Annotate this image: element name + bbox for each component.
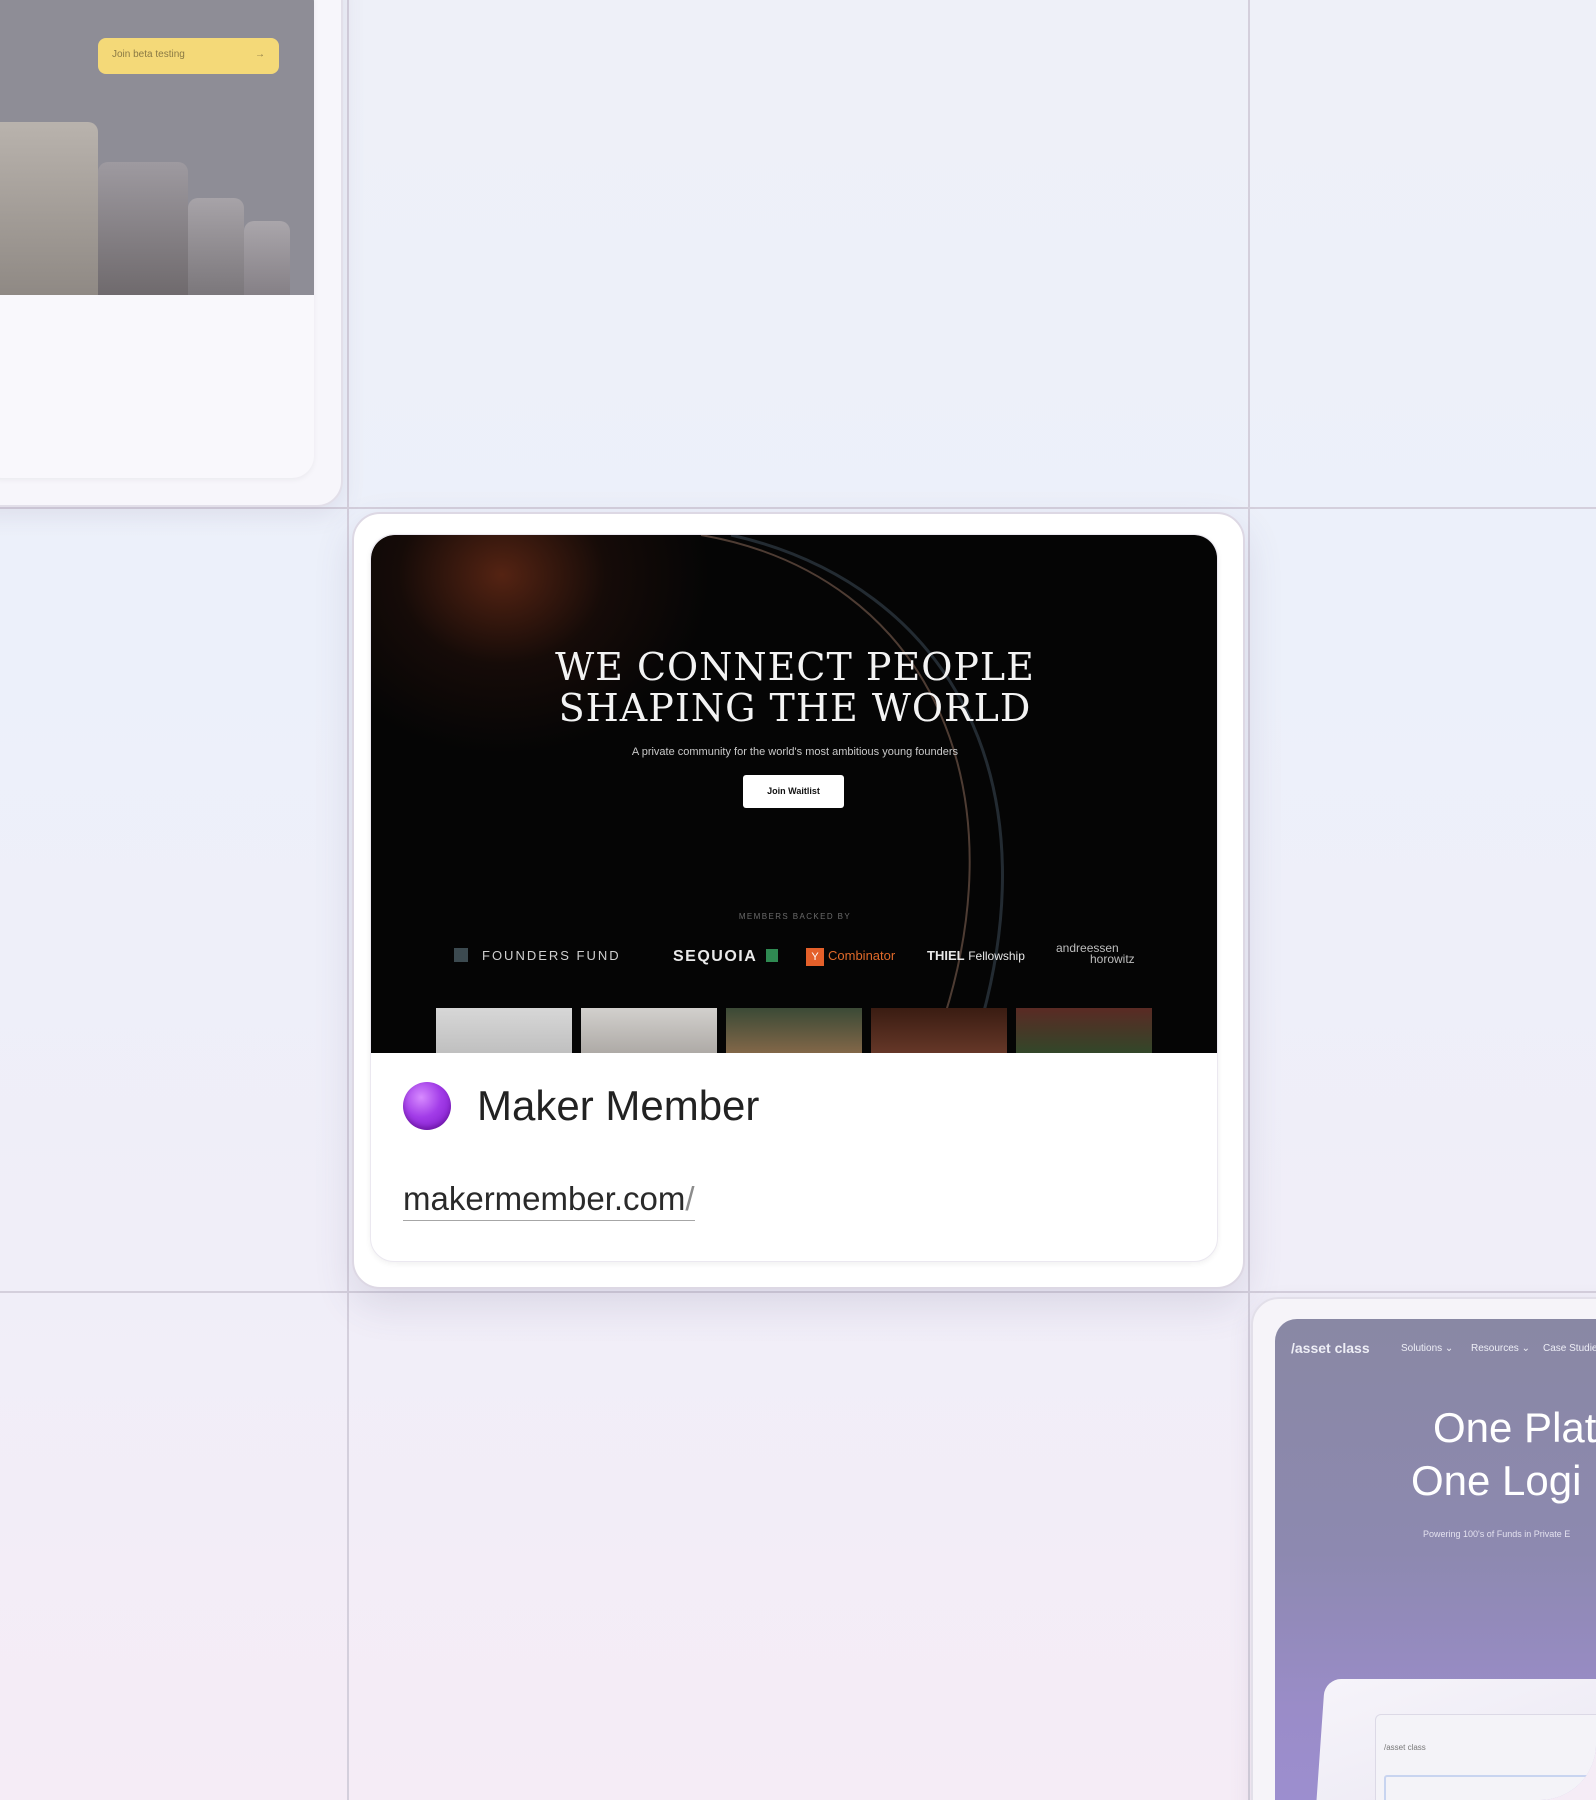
arrow-right-icon: → bbox=[255, 49, 265, 60]
photo-panel bbox=[0, 122, 98, 295]
card-title: Maker Member bbox=[477, 1082, 760, 1129]
members-backed-label: MEMBERS BACKED BY bbox=[738, 912, 852, 921]
a16z-line-2: horowitz bbox=[1090, 952, 1135, 966]
purple-circle-icon bbox=[403, 1082, 451, 1130]
member-photo bbox=[436, 1008, 572, 1053]
nav-resources-label: Resources bbox=[1471, 1343, 1519, 1354]
screen-logo: /asset class bbox=[1384, 1743, 1426, 1752]
hero-line-2: One Logi bbox=[1411, 1457, 1582, 1504]
card-inner: WE CONNECT PEOPLE SHAPING THE WORLD A pr… bbox=[370, 534, 1218, 1262]
grid-line-horizontal bbox=[0, 507, 1596, 509]
fellowship-text: Fellowship bbox=[968, 949, 1025, 963]
beta-button-label: Join beta testing bbox=[112, 49, 185, 60]
founders-fund-text: FOUNDERS FUND bbox=[482, 948, 621, 963]
asset-class-logo: /asset class bbox=[1291, 1340, 1370, 1356]
dashboard-screen: /asset class bbox=[1375, 1714, 1596, 1800]
bookmark-card-partial-asset-class[interactable]: /asset class Solutions ⌄ Resources ⌄ Cas… bbox=[1251, 1297, 1596, 1800]
logo-sequoia: SEQUOIA bbox=[673, 948, 778, 966]
join-beta-button: Join beta testing → bbox=[98, 38, 279, 74]
sequoia-text: SEQUOIA bbox=[673, 948, 757, 965]
photo-panel bbox=[244, 221, 290, 295]
url-domain: makermember.com bbox=[403, 1180, 686, 1217]
card-title-row: Maker Member bbox=[403, 1082, 759, 1130]
combinator-text: Combinator bbox=[828, 948, 896, 963]
hero-subtitle: A private community for the world's most… bbox=[631, 746, 959, 758]
canvas: Join beta testing → WE CONNECT PEOPLE SH… bbox=[0, 0, 1596, 1800]
logo-andreessen-horowitz: andreessen horowitz bbox=[1056, 942, 1135, 966]
hero-line-1: One Plat bbox=[1433, 1404, 1596, 1451]
chevron-down-icon: ⌄ bbox=[1444, 1343, 1454, 1354]
chevron-down-icon: ⌄ bbox=[1521, 1343, 1530, 1354]
card-preview-image: Join beta testing → bbox=[0, 0, 314, 295]
url-slash: / bbox=[685, 1180, 695, 1217]
member-photo bbox=[871, 1008, 1007, 1053]
grid-line-vertical bbox=[347, 0, 349, 1800]
screen-table bbox=[1384, 1775, 1596, 1800]
join-waitlist-button: Join Waitlist bbox=[743, 775, 844, 808]
hero-title-line-2: SHAPING THE WORLD bbox=[558, 686, 1032, 730]
hero-subtitle: Powering 100's of Funds in Private E bbox=[1423, 1529, 1571, 1539]
hero-title-line-1: WE CONNECT PEOPLE bbox=[555, 645, 1035, 689]
founders-fund-icon bbox=[454, 948, 468, 962]
card-inner: Join beta testing → bbox=[0, 0, 314, 478]
logo-y-combinator: Y Combinator bbox=[806, 948, 895, 966]
member-photo bbox=[726, 1008, 862, 1053]
member-photo bbox=[1016, 1008, 1152, 1053]
member-photo bbox=[581, 1008, 717, 1053]
photo-panel bbox=[188, 198, 244, 295]
bookmark-card-maker-member[interactable]: WE CONNECT PEOPLE SHAPING THE WORLD A pr… bbox=[352, 512, 1245, 1289]
photo-panel bbox=[98, 162, 188, 295]
grid-line-horizontal bbox=[0, 1291, 1596, 1293]
website-preview-image: WE CONNECT PEOPLE SHAPING THE WORLD A pr… bbox=[371, 535, 1217, 1053]
card-preview-image: /asset class Solutions ⌄ Resources ⌄ Cas… bbox=[1275, 1319, 1596, 1800]
nav-resources: Resources ⌄ bbox=[1471, 1343, 1530, 1354]
logo-founders-fund: FOUNDERS FUND bbox=[454, 948, 621, 963]
nav-case-studies: Case Studie bbox=[1543, 1343, 1596, 1354]
sequoia-leaf-icon bbox=[765, 949, 778, 962]
nav-solutions-label: Solutions bbox=[1401, 1343, 1443, 1354]
bookmark-card-partial-top-left[interactable]: Join beta testing → bbox=[0, 0, 343, 507]
grid-line-vertical bbox=[1248, 0, 1250, 1800]
yc-badge: Y bbox=[806, 948, 824, 966]
thiel-text: THIEL bbox=[927, 948, 965, 963]
logo-thiel-fellowship: THIEL Fellowship bbox=[927, 948, 1025, 963]
nav-solutions: Solutions ⌄ bbox=[1401, 1343, 1453, 1354]
card-url-link[interactable]: makermember.com/ bbox=[403, 1180, 695, 1221]
